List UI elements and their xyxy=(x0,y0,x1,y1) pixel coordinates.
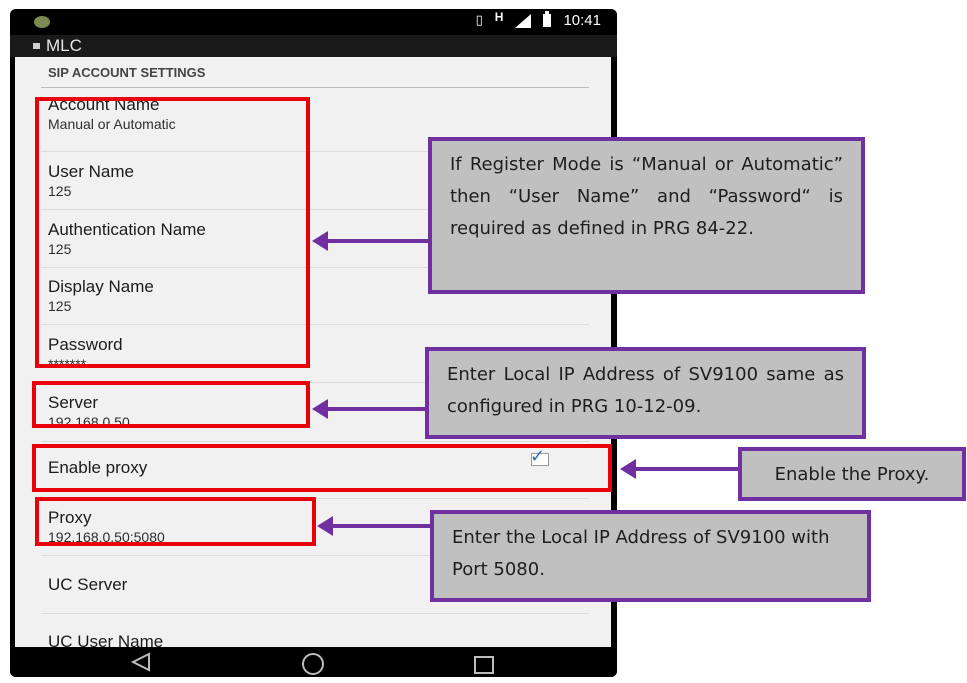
highlight-server xyxy=(32,381,310,428)
callout-proxy: Enter the Local IP Address of SV9100 wit… xyxy=(430,510,871,602)
callout-enable-proxy: Enable the Proxy. xyxy=(738,447,966,501)
battery-icon xyxy=(543,11,552,27)
section-divider xyxy=(41,87,589,88)
setting-uc-user-name[interactable]: UC User Name xyxy=(48,632,163,647)
callout-credentials: If Register Mode is “Manual or Automatic… xyxy=(428,137,865,294)
highlight-credentials xyxy=(35,97,310,368)
vibrate-icon: ▯ xyxy=(475,13,483,28)
divider xyxy=(41,441,589,442)
highlight-enable-proxy xyxy=(32,444,612,492)
recents-icon[interactable] xyxy=(474,656,494,674)
home-icon[interactable] xyxy=(302,653,324,675)
section-header: SIP ACCOUNT SETTINGS xyxy=(48,65,206,80)
notification-icon xyxy=(34,16,50,28)
signal-icon xyxy=(515,13,532,28)
navigation-bar xyxy=(10,647,617,677)
setting-title: UC Server xyxy=(48,575,128,594)
network-type: H xyxy=(494,9,504,24)
divider xyxy=(41,613,589,614)
back-icon[interactable] xyxy=(130,652,152,672)
app-bar: MLC xyxy=(10,35,617,57)
setting-title: UC User Name xyxy=(48,632,164,647)
setting-uc-server[interactable]: UC Server xyxy=(48,575,127,595)
callout-server: Enter Local IP Address of SV9100 same as… xyxy=(425,347,866,439)
app-title: MLC xyxy=(46,36,82,55)
status-icons: ▯ H 10:41 xyxy=(475,9,601,30)
app-icon xyxy=(33,43,40,49)
clock: 10:41 xyxy=(563,12,601,29)
highlight-proxy xyxy=(35,497,316,546)
status-bar: ▯ H 10:41 xyxy=(10,9,617,35)
